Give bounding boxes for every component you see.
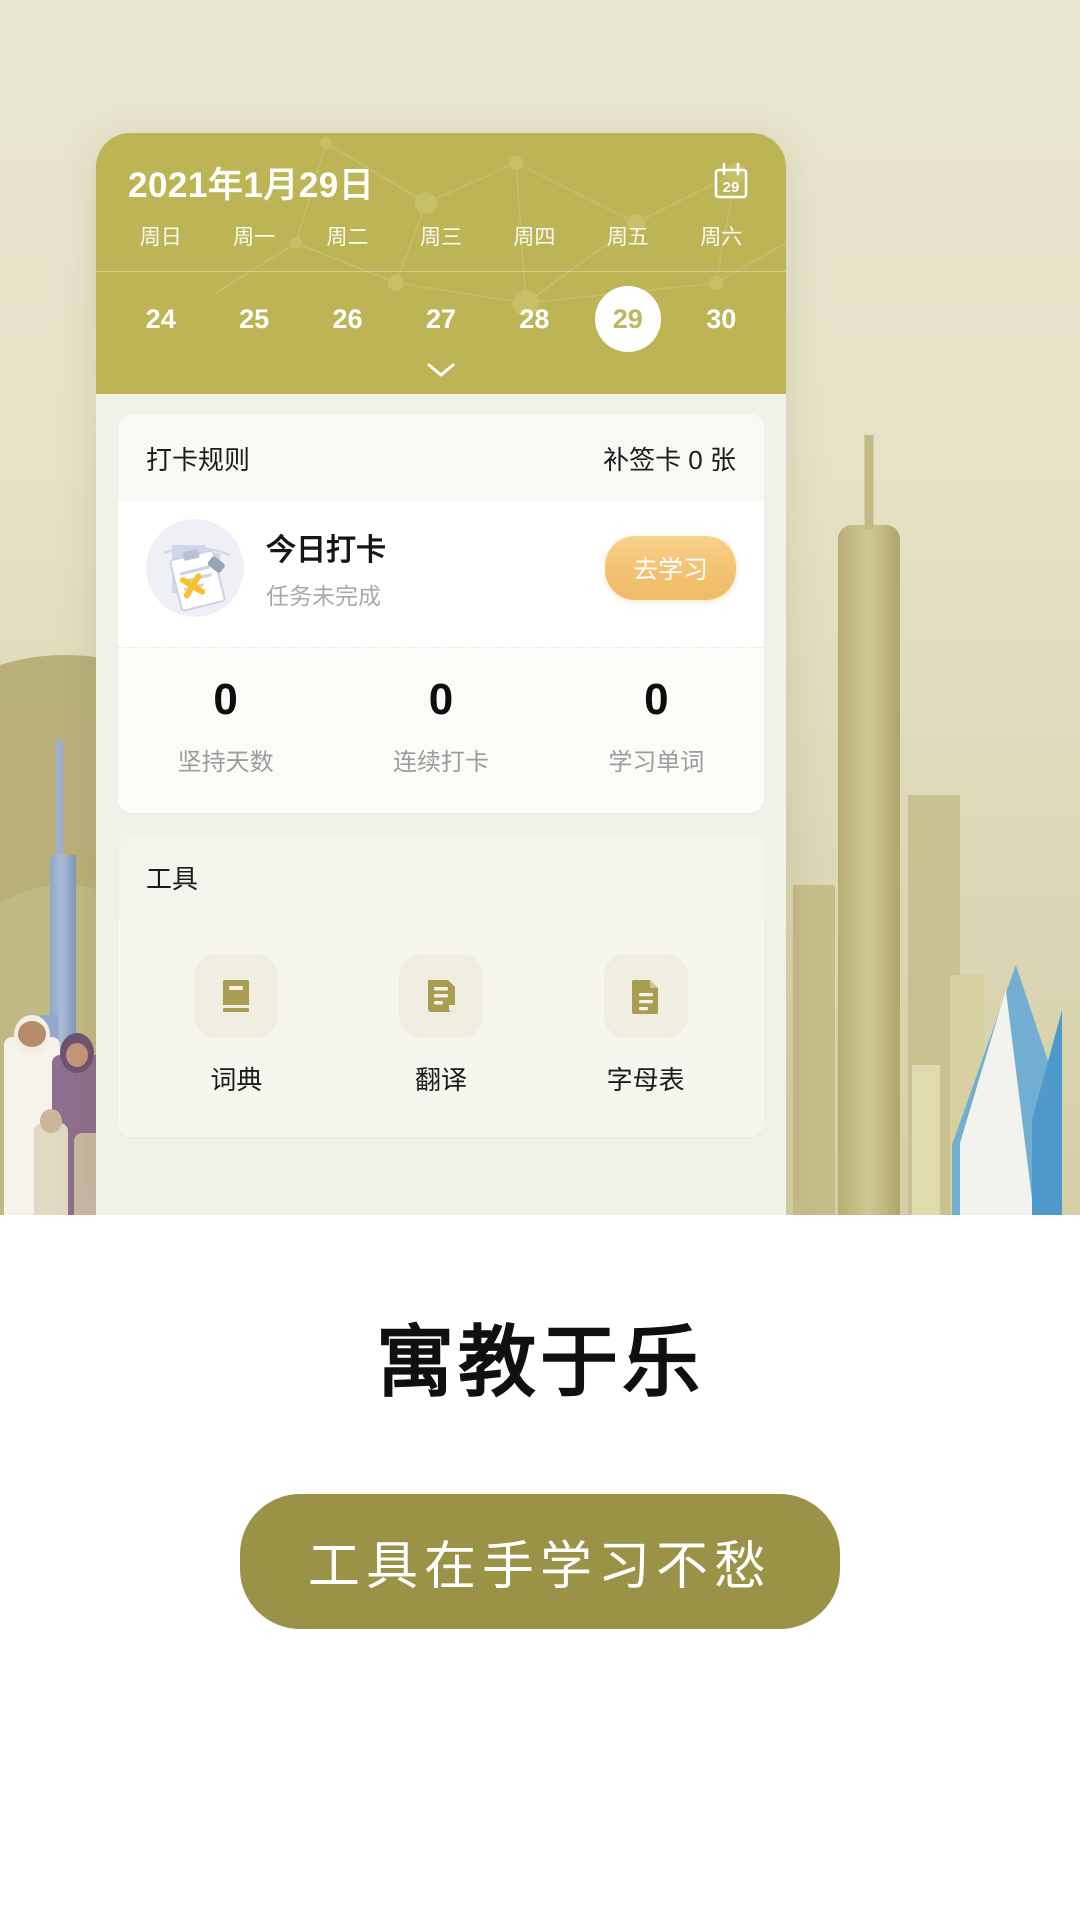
weekday-sun: 周日 bbox=[139, 226, 182, 249]
day-cell-26[interactable]: 26 bbox=[301, 286, 394, 352]
stat-words-learned: 0 学习单词 bbox=[549, 678, 764, 777]
document-text-glyph bbox=[631, 980, 658, 1014]
weekday-tue: 周二 bbox=[326, 226, 369, 249]
day-cell-28[interactable]: 28 bbox=[488, 286, 581, 352]
makeup-cards-label[interactable]: 补签卡 0 张 bbox=[603, 440, 736, 477]
chevron-down-icon bbox=[427, 363, 455, 377]
calendar-icon[interactable]: 29 bbox=[708, 159, 754, 205]
checkin-card: 打卡规则 补签卡 0 张 今日打卡 任务未完成 去学习 0 坚持天数 0 连续打… bbox=[118, 414, 764, 813]
calendar-header: 2021年1月29日 29 周日 周一 周二 周三 周四 周五 周六 24 25… bbox=[96, 133, 786, 394]
day-row: 24 25 26 27 28 29 30 bbox=[96, 272, 786, 358]
phone-content: 打卡规则 补签卡 0 张 今日打卡 任务未完成 去学习 0 坚持天数 0 连续打… bbox=[96, 394, 786, 1215]
spire-left bbox=[56, 740, 63, 860]
tool-translate[interactable]: 翻译 bbox=[339, 954, 544, 1097]
clipboard-pin-icon bbox=[146, 519, 244, 617]
tools-card: 工具 词典 翻译 字母表 bbox=[118, 835, 764, 1137]
stat-label: 连续打卡 bbox=[392, 749, 489, 776]
calendar-glyph: 29 bbox=[714, 162, 748, 199]
tool-label: 词典 bbox=[210, 1065, 263, 1095]
today-checkin-title: 今日打卡 bbox=[266, 534, 386, 567]
stat-value: 0 bbox=[213, 675, 238, 724]
calendar-title-row: 2021年1月29日 29 bbox=[96, 133, 786, 213]
day-label: 24 bbox=[145, 304, 176, 334]
promo-section: 寓教于乐 工具在手学习不愁 bbox=[0, 1215, 1080, 1920]
skyline-block-c bbox=[912, 1065, 940, 1215]
checkin-card-header: 打卡规则 补签卡 0 张 bbox=[118, 414, 764, 501]
checkin-rules-label[interactable]: 打卡规则 bbox=[146, 440, 250, 477]
burj-al-arab-silhouette bbox=[952, 965, 1062, 1215]
document-text-icon bbox=[603, 954, 688, 1038]
today-checkin-status: 任务未完成 bbox=[266, 583, 381, 609]
book-icon bbox=[194, 954, 279, 1038]
day-cell-24[interactable]: 24 bbox=[114, 286, 207, 352]
tools-grid: 词典 翻译 字母表 bbox=[118, 918, 764, 1137]
day-cell-29-selected[interactable]: 29 bbox=[581, 286, 674, 352]
weekday-mon: 周一 bbox=[233, 226, 276, 249]
day-label: 28 bbox=[519, 304, 550, 334]
stat-value: 0 bbox=[644, 675, 669, 724]
weekday-wed: 周三 bbox=[419, 226, 462, 249]
weekday-fri: 周五 bbox=[606, 226, 649, 249]
stat-days-persisted: 0 坚持天数 bbox=[118, 678, 333, 777]
stat-consecutive-checkins: 0 连续打卡 bbox=[333, 678, 548, 777]
today-checkin-row: 今日打卡 任务未完成 去学习 bbox=[118, 501, 764, 647]
clipboard-glyph bbox=[163, 545, 231, 612]
day-label: 26 bbox=[332, 304, 363, 334]
day-cell-30[interactable]: 30 bbox=[675, 286, 768, 352]
tools-title: 工具 bbox=[118, 835, 764, 918]
promo-headline: 寓教于乐 bbox=[375, 1318, 704, 1406]
weekday-thu: 周四 bbox=[513, 226, 556, 249]
day-label: 29 bbox=[594, 286, 661, 352]
weekday-sat: 周六 bbox=[700, 226, 743, 249]
stat-label: 坚持天数 bbox=[177, 749, 274, 776]
day-label: 25 bbox=[239, 304, 270, 334]
stats-row: 0 坚持天数 0 连续打卡 0 学习单词 bbox=[118, 647, 764, 813]
tool-dictionary[interactable]: 词典 bbox=[134, 954, 339, 1097]
day-label: 27 bbox=[425, 304, 456, 334]
phone-mockup: 2021年1月29日 29 周日 周一 周二 周三 周四 周五 周六 24 25… bbox=[96, 133, 786, 1215]
book-glyph bbox=[223, 980, 250, 1012]
document-lines-glyph bbox=[428, 980, 455, 1012]
tower-silhouette-1 bbox=[838, 525, 900, 1215]
expand-calendar-button[interactable] bbox=[96, 358, 786, 394]
tool-label: 字母表 bbox=[606, 1065, 685, 1095]
calendar-icon-day: 29 bbox=[723, 179, 740, 196]
page-title: 2021年1月29日 bbox=[128, 165, 375, 205]
weekday-row: 周日 周一 周二 周三 周四 周五 周六 bbox=[96, 213, 786, 272]
day-cell-25[interactable]: 25 bbox=[207, 286, 300, 352]
day-cell-27[interactable]: 27 bbox=[394, 286, 487, 352]
tool-label: 翻译 bbox=[415, 1065, 468, 1095]
stat-label: 学习单词 bbox=[608, 749, 705, 776]
document-lines-icon bbox=[399, 954, 483, 1038]
go-study-button[interactable]: 去学习 bbox=[604, 536, 736, 600]
today-checkin-text: 今日打卡 任务未完成 bbox=[266, 525, 605, 611]
tool-alphabet[interactable]: 字母表 bbox=[543, 954, 748, 1097]
tower-silhouette-3 bbox=[793, 885, 835, 1215]
promo-cta-button[interactable]: 工具在手学习不愁 bbox=[239, 1494, 840, 1629]
day-label: 30 bbox=[706, 304, 737, 334]
stat-value: 0 bbox=[428, 675, 454, 724]
